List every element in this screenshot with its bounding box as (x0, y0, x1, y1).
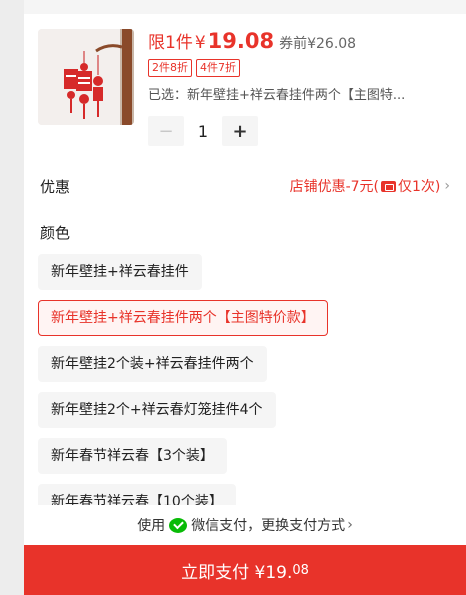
promo-label: 优惠 (40, 177, 71, 196)
quantity-stepper: − 1 + (148, 116, 258, 146)
color-option[interactable]: 新年壁挂+祥云春挂件 (38, 254, 202, 290)
quantity-value[interactable]: 1 (184, 122, 222, 141)
chevron-right-icon: › (444, 178, 450, 194)
pay-button-label: 立即支付 ¥19. (181, 562, 293, 583)
discount-tag: 4件7折 (196, 59, 240, 77)
chevron-right-icon: › (347, 517, 353, 533)
price-before-coupon: 券前¥26.08 (279, 36, 357, 52)
color-option-selected[interactable]: 新年壁挂+祥云春挂件两个【主图特价款】 (38, 300, 328, 336)
promo-limit-text: 仅1次) (398, 179, 441, 195)
product-thumbnail[interactable] (38, 29, 134, 125)
product-image (38, 29, 134, 125)
pay-now-button[interactable]: 立即支付 ¥19. 08 (24, 545, 466, 595)
price-value: 19.08 (207, 29, 275, 53)
payment-method-row[interactable]: 使用 微信支付，更换支付方式 › (24, 505, 466, 545)
payment-prefix: 使用 (137, 518, 166, 534)
promo-text: 店铺优惠-7元( (289, 179, 380, 195)
price-limit-label: 限1件 (148, 33, 193, 53)
product-summary: 限1件 ¥ 19.08 券前¥26.08 2件8折 4件7折 已选：新年壁挂+祥… (24, 14, 466, 162)
color-options: 新年壁挂+祥云春挂件 新年壁挂+祥云春挂件两个【主图特价款】 新年壁挂2个装+祥… (38, 254, 458, 530)
color-section-title: 颜色 (40, 224, 71, 242)
color-option[interactable]: 新年春节祥云春【3个装】 (38, 438, 227, 474)
currency-symbol: ¥ (194, 33, 206, 53)
top-strip (24, 0, 466, 14)
quantity-plus-button[interactable]: + (222, 116, 258, 146)
promo-detail: 店铺优惠-7元( 仅1次) › (290, 176, 450, 196)
pay-button-cents: 08 (292, 562, 309, 578)
wechat-pay-icon (169, 517, 188, 533)
quantity-minus-button[interactable]: − (148, 116, 184, 146)
price-line: 限1件 ¥ 19.08 券前¥26.08 (148, 28, 356, 56)
payment-method-text: 微信支付，更换支付方式 (191, 518, 346, 534)
discount-tag: 2件8折 (148, 59, 192, 77)
selected-variant-text: 已选：新年壁挂+祥云春挂件两个【主图特... (148, 88, 406, 103)
color-option[interactable]: 新年壁挂2个装+祥云春挂件两个 (38, 346, 267, 382)
discount-tags: 2件8折 4件7折 (148, 59, 240, 77)
promo-row[interactable]: 优惠 店铺优惠-7元( 仅1次) › (24, 162, 466, 210)
color-option[interactable]: 新年壁挂2个+祥云春灯笼挂件4个 (38, 392, 276, 428)
sku-sheet: 限1件 ¥ 19.08 券前¥26.08 2件8折 4件7折 已选：新年壁挂+祥… (24, 0, 466, 595)
coupon-icon (381, 180, 397, 192)
